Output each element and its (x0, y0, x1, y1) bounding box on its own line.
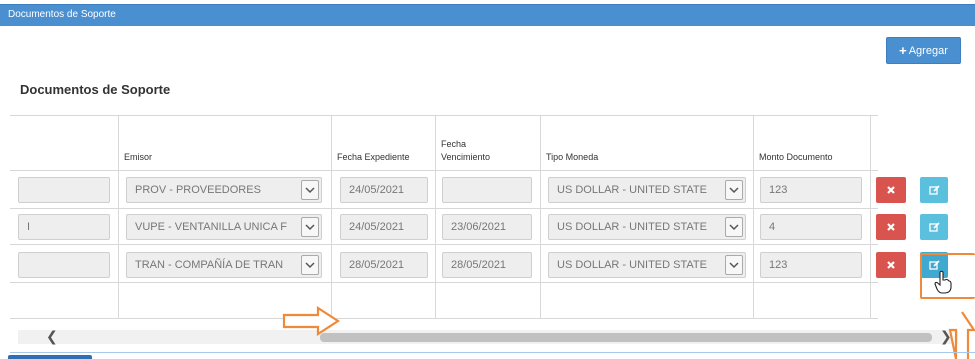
row-border (10, 282, 878, 283)
chevron-down-icon[interactable] (301, 217, 319, 237)
column-header-monto-documento: Monto Documento (759, 152, 833, 162)
emisor-select[interactable]: PROV - PROVEEDORES (126, 177, 322, 203)
row-border (10, 244, 878, 245)
emisor-value: PROV - PROVEEDORES (135, 184, 261, 196)
col-border (870, 115, 871, 318)
tipo-moneda-value: US DOLLAR - UNITED STATE (557, 259, 707, 271)
table-header-border (10, 170, 878, 171)
close-icon (887, 261, 895, 269)
panel-title: Documentos de Soporte (8, 9, 116, 20)
emisor-select[interactable]: TRAN - COMPAÑÍA DE TRAN (126, 252, 322, 278)
panel-header: Documentos de Soporte (0, 4, 975, 26)
fecha-expediente-field[interactable]: 24/05/2021 (340, 177, 428, 203)
chevron-left-icon[interactable]: ❮ (46, 328, 58, 345)
fecha-expediente-field[interactable]: 24/05/2021 (340, 214, 428, 240)
emisor-value: VUPE - VENTANILLA UNICA F (135, 221, 288, 233)
chevron-down-icon[interactable] (301, 180, 319, 200)
tipo-moneda-value: US DOLLAR - UNITED STATE (557, 184, 707, 196)
fecha-vencimiento-field[interactable]: 28/05/2021 (442, 252, 532, 278)
close-icon (887, 186, 895, 194)
add-button-label: Agregar (908, 44, 948, 57)
chevron-down-icon[interactable] (725, 255, 743, 275)
col-border (435, 115, 436, 318)
first-column-field[interactable] (18, 252, 110, 278)
column-header-tipo-moneda: Tipo Moneda (546, 152, 599, 162)
chevron-down-icon[interactable] (725, 217, 743, 237)
tipo-moneda-select[interactable]: US DOLLAR - UNITED STATE (548, 177, 746, 203)
monto-documento-field[interactable]: 4 (760, 214, 862, 240)
edit-icon (928, 221, 940, 232)
monto-documento-field[interactable]: 123 (760, 252, 862, 278)
section-title: Documentos de Soporte (20, 82, 171, 97)
first-column-field[interactable]: I (18, 214, 110, 240)
delete-button[interactable] (876, 252, 906, 278)
tipo-moneda-select[interactable]: US DOLLAR - UNITED STATE (548, 214, 746, 240)
edit-button[interactable] (920, 177, 948, 203)
row-border (10, 208, 878, 209)
add-button[interactable]: + Agregar (886, 37, 961, 64)
edit-button[interactable] (920, 214, 948, 240)
col-border (331, 115, 332, 318)
chevron-down-icon[interactable] (301, 255, 319, 275)
column-header-emisor: Emisor (124, 152, 153, 162)
fecha-expediente-field[interactable]: 28/05/2021 (340, 252, 428, 278)
section-divider (10, 352, 975, 353)
fecha-vencimiento-field[interactable]: 23/06/2021 (442, 214, 532, 240)
bottom-button[interactable] (8, 355, 92, 359)
emisor-value: TRAN - COMPAÑÍA DE TRAN (135, 259, 284, 271)
table-border-top (10, 115, 878, 116)
column-header-fecha-vencimiento: Fecha Vencimiento (441, 139, 491, 162)
chevron-down-icon[interactable] (725, 180, 743, 200)
monto-documento-field[interactable]: 123 (760, 177, 862, 203)
tipo-moneda-select[interactable]: US DOLLAR - UNITED STATE (548, 252, 746, 278)
emisor-select[interactable]: VUPE - VENTANILLA UNICA F (126, 214, 322, 240)
edit-icon (928, 184, 940, 195)
col-border (540, 115, 541, 318)
fecha-vencimiento-field[interactable] (442, 177, 532, 203)
tipo-moneda-value: US DOLLAR - UNITED STATE (557, 221, 707, 233)
first-column-field[interactable] (18, 177, 110, 203)
close-icon (887, 223, 895, 231)
plus-icon: + (899, 43, 907, 58)
col-border (753, 115, 754, 318)
arrow-annotation-icon (282, 306, 341, 336)
delete-button[interactable] (876, 214, 906, 240)
delete-button[interactable] (876, 177, 906, 203)
row-border (10, 318, 878, 319)
col-border (118, 115, 119, 318)
hand-pointer-icon (934, 270, 952, 294)
scrollbar-thumb[interactable] (320, 333, 932, 342)
column-header-fecha-expediente: Fecha Expediente (337, 152, 410, 162)
